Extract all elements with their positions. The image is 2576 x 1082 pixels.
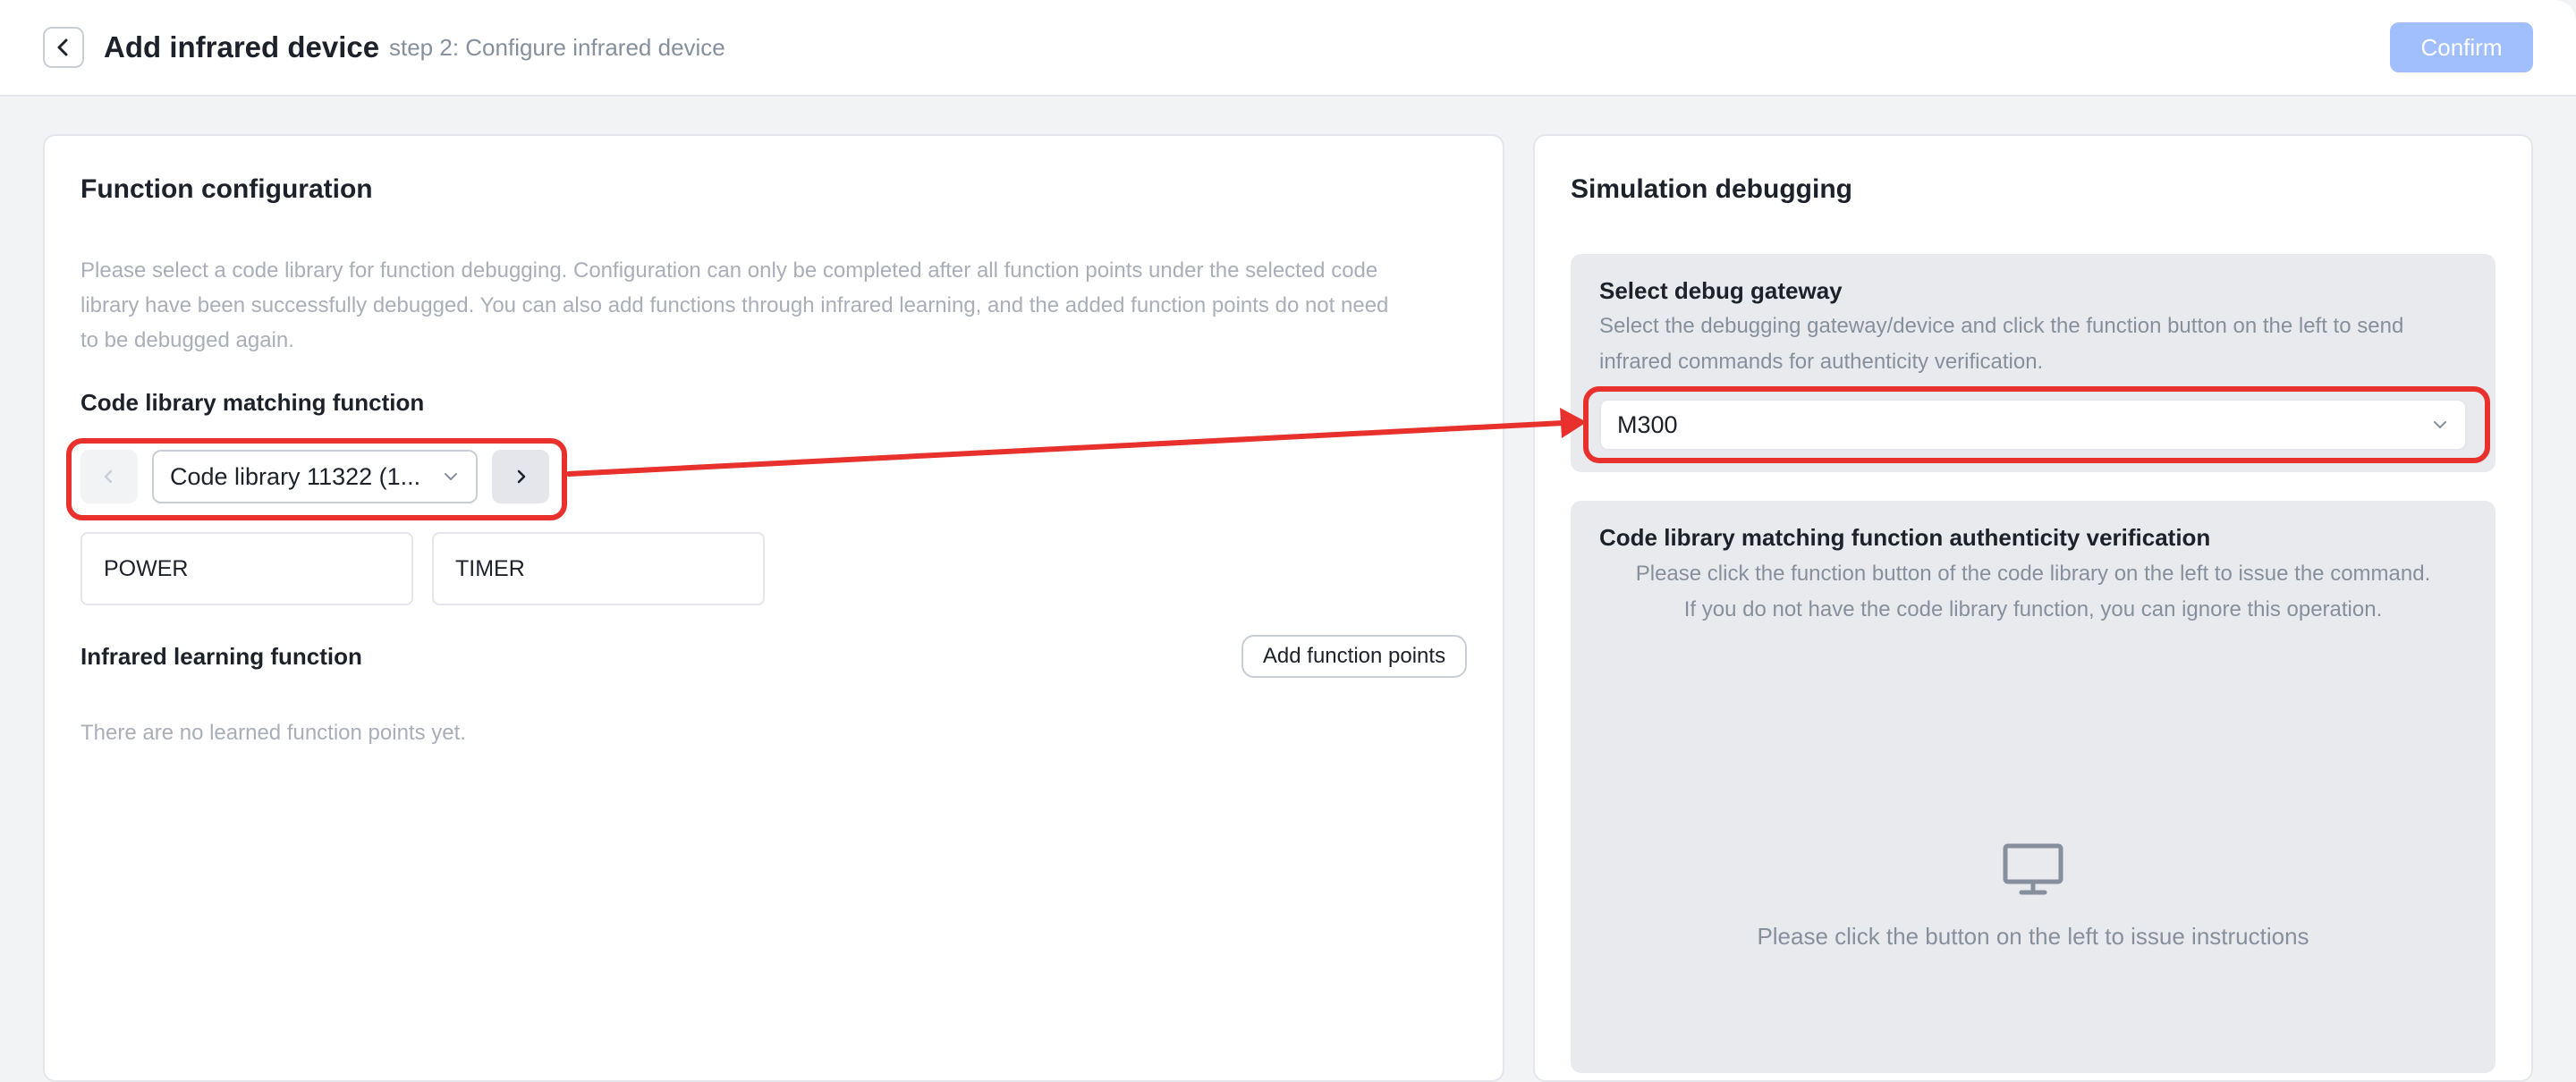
infrared-learning-section-title: Infrared learning function	[80, 643, 362, 670]
description-line: Please click the function button of the …	[1635, 562, 2431, 586]
authenticity-verification-description: Please click the function button of the …	[1571, 556, 2496, 628]
back-button[interactable]	[43, 27, 84, 68]
chevron-right-icon	[517, 469, 526, 484]
page-title: Add infrared device	[104, 30, 380, 63]
code-library-select[interactable]: Code library 11322 (1...	[152, 450, 478, 503]
description-line: library have been successfully debugged.…	[80, 293, 1389, 317]
chevron-down-icon	[2434, 421, 2446, 428]
chevron-left-icon	[57, 38, 68, 56]
issue-instructions-placeholder: Please click the button on the left to i…	[1757, 923, 2309, 950]
description-line: infrared commands for authenticity verif…	[1599, 350, 2044, 374]
code-library-select-value: Code library 11322 (1...	[170, 462, 421, 490]
previous-library-button[interactable]	[80, 450, 138, 503]
monitor-icon	[2003, 843, 2063, 895]
empty-learned-functions-text: There are no learned function points yet…	[80, 721, 466, 745]
description-line: If you do not have the code library func…	[1683, 597, 2383, 621]
function-button-power[interactable]: POWER	[80, 532, 413, 605]
description-line: Select the debugging gateway/device and …	[1599, 314, 2404, 338]
add-function-points-button[interactable]: Add function points	[1241, 635, 1467, 678]
authenticity-verification-title: Code library matching function authentic…	[1599, 524, 2211, 551]
code-library-section-title: Code library matching function	[80, 389, 425, 416]
function-configuration-description: Please select a code library for functio…	[80, 253, 1388, 358]
debug-gateway-select[interactable]: M300	[1599, 399, 2467, 451]
function-button-timer[interactable]: TIMER	[432, 532, 765, 605]
chevron-left-icon	[104, 469, 113, 484]
page-header: Add infrared device step 2: Configure in…	[0, 0, 2576, 97]
debug-gateway-select-value: M300	[1617, 410, 1678, 438]
debug-gateway-title: Select debug gateway	[1599, 277, 1843, 304]
description-line: Please select a code library for functio…	[80, 258, 1378, 283]
description-line: to be debugged again.	[80, 328, 294, 352]
debug-gateway-description: Select the debugging gateway/device and …	[1599, 309, 2403, 380]
simulation-debugging-title: Simulation debugging	[1571, 174, 1852, 204]
page-subtitle: step 2: Configure infrared device	[389, 34, 725, 61]
function-configuration-title: Function configuration	[80, 174, 373, 204]
chevron-down-icon	[445, 473, 457, 480]
confirm-button[interactable]: Confirm	[2390, 22, 2533, 72]
next-library-button[interactable]	[492, 450, 549, 503]
